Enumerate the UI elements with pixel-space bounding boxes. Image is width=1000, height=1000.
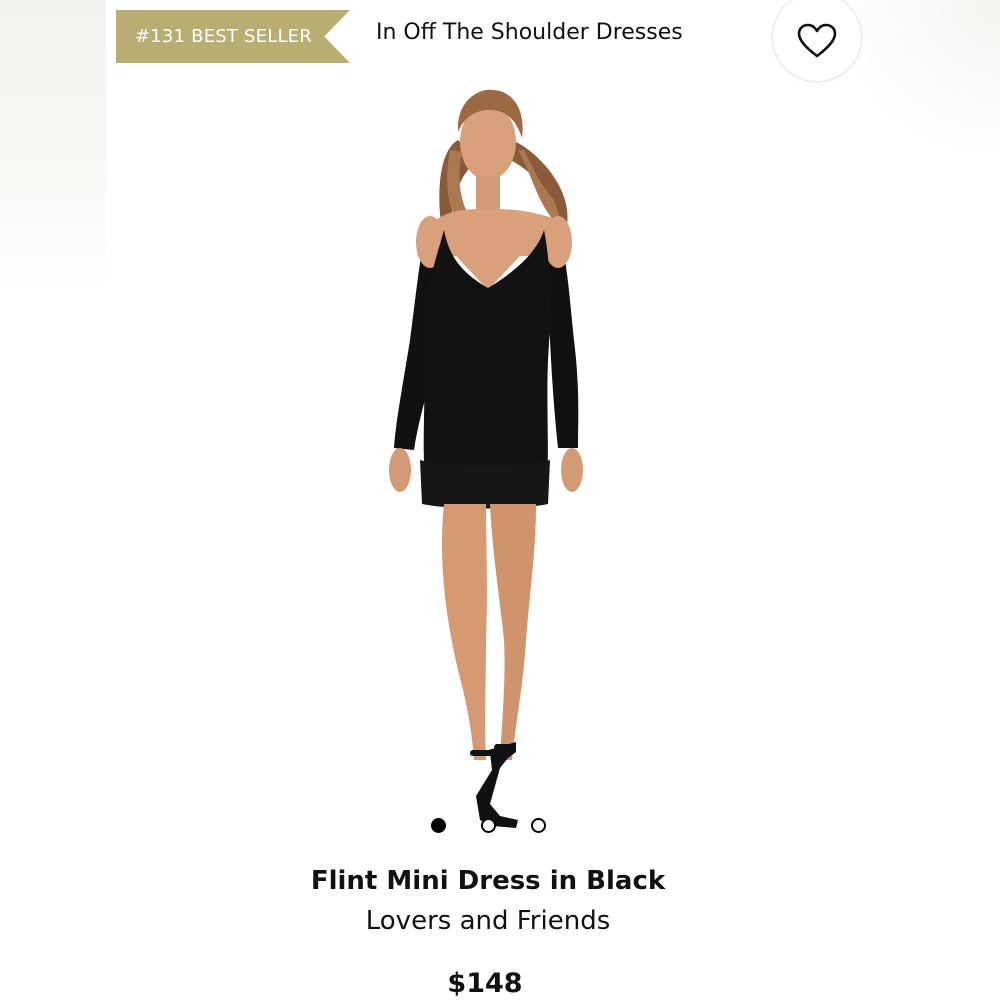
category-link[interactable]: In Off The Shoulder Dresses xyxy=(376,20,683,45)
brand-link[interactable]: Lovers and Friends xyxy=(0,906,976,936)
carousel-dot-2[interactable] xyxy=(481,818,496,833)
carousel-indicators xyxy=(430,818,550,836)
product-photo[interactable] xyxy=(340,80,630,850)
best-seller-badge: #131 BEST SELLER xyxy=(116,10,350,63)
product-price: $148 xyxy=(447,968,523,999)
heart-icon xyxy=(797,23,837,58)
background-gradient-left xyxy=(0,0,106,290)
background-gradient-right xyxy=(840,0,1000,150)
carousel-dot-1[interactable] xyxy=(431,818,446,833)
carousel-dot-3[interactable] xyxy=(531,818,546,833)
product-name: Flint Mini Dress in Black xyxy=(310,866,666,896)
best-seller-text: #131 BEST SELLER xyxy=(135,26,312,47)
product-page: #131 BEST SELLER In Off The Shoulder Dre… xyxy=(0,0,1000,1000)
